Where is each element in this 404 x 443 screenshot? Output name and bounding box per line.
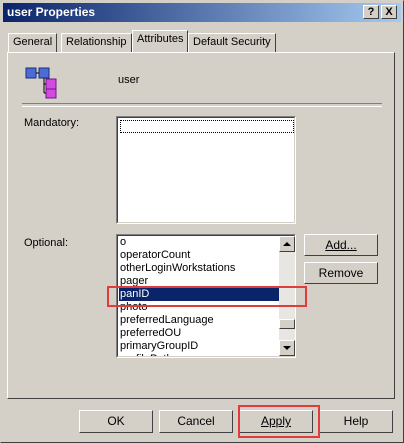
ok-button[interactable]: OK	[79, 410, 153, 433]
properties-window: user Properties ? X General Relationship…	[0, 0, 404, 443]
annotation-highlight-apply	[238, 405, 320, 438]
remove-button[interactable]: Remove	[304, 262, 378, 284]
tab-general[interactable]: General	[8, 33, 58, 52]
class-hierarchy-icon	[25, 67, 57, 99]
tab-attributes[interactable]: Attributes	[132, 30, 189, 52]
scroll-up-button[interactable]	[279, 236, 295, 252]
list-item[interactable]: primaryGroupID	[119, 340, 279, 353]
tab-relationship[interactable]: Relationship	[61, 33, 132, 52]
list-item[interactable]: preferredLanguage	[119, 314, 279, 327]
mandatory-label: Mandatory:	[24, 117, 80, 129]
tab-default-security[interactable]: Default Security	[188, 33, 276, 52]
attributes-panel: user Mandatory: Optional: o operatorCoun…	[7, 52, 395, 399]
add-button[interactable]: Add...	[304, 234, 378, 256]
scroll-down-button[interactable]	[279, 340, 295, 356]
list-item[interactable]: preferredOU	[119, 327, 279, 340]
close-title-button[interactable]: X	[381, 5, 397, 19]
help-title-button[interactable]: ?	[363, 5, 379, 19]
focus-rect	[120, 120, 294, 133]
list-item[interactable]: operatorCount	[119, 249, 279, 262]
optional-label: Optional:	[24, 237, 69, 249]
list-item[interactable]: otherLoginWorkstations	[119, 262, 279, 275]
help-button[interactable]: Help	[319, 410, 393, 433]
annotation-highlight-panid	[107, 286, 307, 307]
arrow-up-icon	[283, 242, 291, 246]
window-title: user Properties	[7, 5, 96, 19]
separator	[22, 103, 382, 107]
list-item[interactable]: o	[119, 236, 279, 249]
title-bar[interactable]: user Properties ? X	[3, 3, 401, 22]
list-item[interactable]: profilePath	[119, 353, 279, 356]
class-name-label: user	[118, 74, 140, 86]
scrollbar-thumb[interactable]	[279, 319, 295, 329]
cancel-button[interactable]: Cancel	[159, 410, 233, 433]
arrow-down-icon	[283, 346, 291, 350]
mandatory-list[interactable]	[116, 116, 296, 224]
